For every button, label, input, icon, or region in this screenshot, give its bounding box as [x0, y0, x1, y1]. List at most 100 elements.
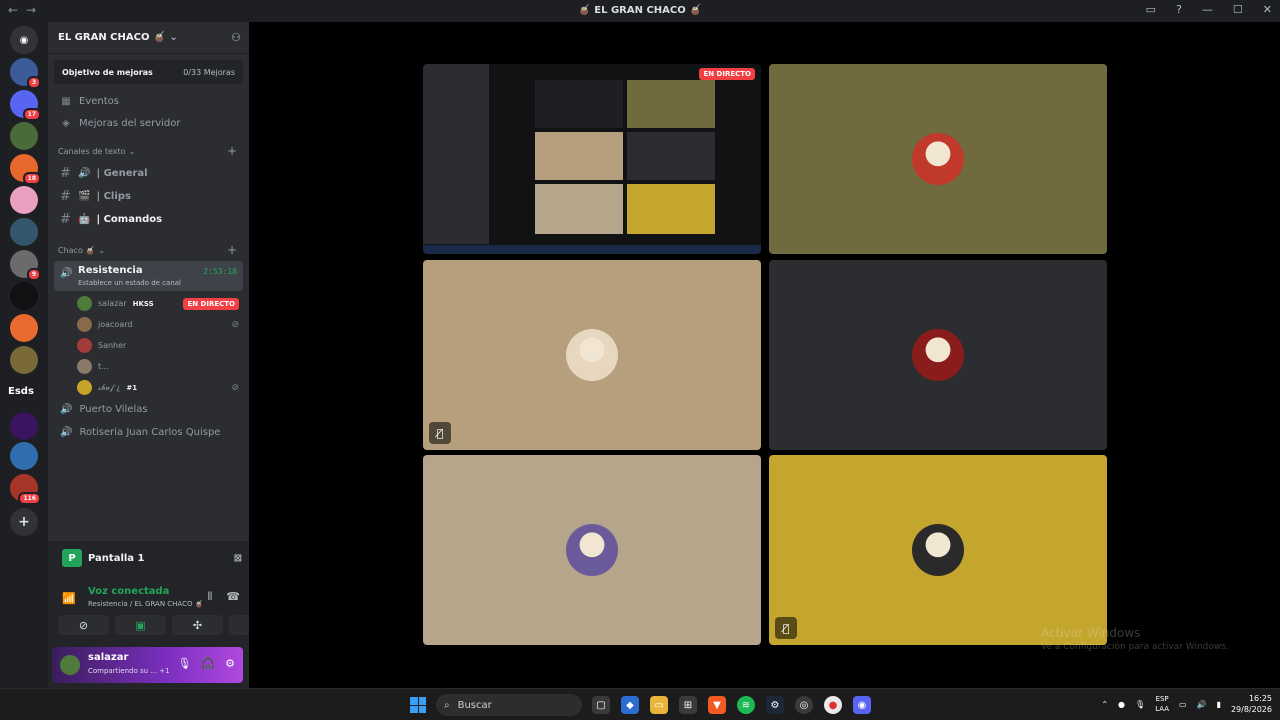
- add-member-icon[interactable]: ⚇: [231, 31, 241, 44]
- add-channel-icon[interactable]: +: [227, 144, 237, 158]
- voice-channel-rotiseria[interactable]: 🔊 Rotiseria Juan Carlos Quispe: [48, 421, 249, 444]
- stop-share-icon[interactable]: ⊠: [234, 553, 242, 564]
- server-icon[interactable]: 3: [10, 58, 41, 89]
- menu-events[interactable]: ▦ Eventos: [48, 90, 249, 112]
- voice-channel-status[interactable]: Establece un estado de canal: [78, 279, 181, 287]
- voice-member[interactable]: salazar HKSS EN DIRECTO: [48, 293, 249, 314]
- menu-boosts[interactable]: ◈ Mejoras del servidor: [48, 112, 249, 134]
- close-button[interactable]: ✕: [1263, 3, 1272, 16]
- voice-actions: ⦀ ☎: [207, 590, 240, 604]
- live-badge[interactable]: EN DIRECTO: [183, 297, 239, 310]
- add-server-icon[interactable]: +: [10, 508, 38, 536]
- network-icon[interactable]: ▭: [1179, 700, 1187, 709]
- stream-preview-tile: [535, 184, 623, 234]
- channel-clips[interactable]: # 🎬 | Clips: [48, 185, 249, 208]
- task-view-icon[interactable]: ▢: [592, 696, 610, 714]
- server-icon[interactable]: 17: [10, 90, 41, 121]
- microphone-icon[interactable]: 🎙: [177, 657, 191, 670]
- help-icon[interactable]: ?: [1176, 3, 1182, 16]
- voice-channel-label: Rotiseria Juan Carlos Quispe: [79, 427, 221, 438]
- server-icon[interactable]: [10, 314, 38, 342]
- category-text[interactable]: Canales de texto ⌄ +: [48, 140, 249, 162]
- server-icon[interactable]: [10, 412, 38, 440]
- volume-icon[interactable]: 🔊: [1197, 700, 1207, 709]
- discord-home-icon[interactable]: ◉: [10, 26, 38, 54]
- server-icon[interactable]: [10, 122, 38, 150]
- channel-comandos[interactable]: # 🤖 | Comandos: [48, 208, 249, 231]
- disconnect-icon[interactable]: ☎: [226, 590, 240, 604]
- avatar: [912, 524, 964, 576]
- steam-icon[interactable]: ⚙: [766, 696, 784, 714]
- server-header[interactable]: EL GRAN CHACO 🧉 ⌄ ⚇: [48, 22, 249, 54]
- server-folder-label[interactable]: Esds: [8, 386, 34, 397]
- member-tag: #1: [126, 383, 138, 392]
- inbox-icon[interactable]: ▭: [1146, 3, 1156, 16]
- camera-off-button[interactable]: ⊘: [58, 615, 109, 635]
- chrome-icon[interactable]: ●: [824, 696, 842, 714]
- server-icon[interactable]: 116: [10, 474, 41, 505]
- avatar: [912, 329, 964, 381]
- store-icon[interactable]: ⊞: [679, 696, 697, 714]
- search-label: Buscar: [457, 699, 492, 711]
- server-icon[interactable]: [10, 186, 38, 214]
- language-indicator[interactable]: ESP LAA: [1155, 694, 1169, 714]
- brave-icon[interactable]: ▼: [708, 696, 726, 714]
- screen-share-button[interactable]: ▣: [115, 615, 166, 635]
- channel-comandos-label: | Comandos: [96, 214, 163, 225]
- voice-member[interactable]: joacoard ⊘: [48, 314, 249, 335]
- participant-tile[interactable]: 🎙̸: [769, 455, 1107, 645]
- mic-muted-icon: 🎙̸: [429, 422, 451, 444]
- participant-tile[interactable]: [769, 64, 1107, 254]
- server-icon[interactable]: [10, 346, 38, 374]
- server-icon[interactable]: [10, 442, 38, 470]
- voice-channel-timer: 2:53:18: [203, 267, 237, 276]
- windows-start-icon[interactable]: [410, 697, 426, 713]
- taskbar-apps: ▢ ◆ ▭ ⊞ ▼ ≋ ⚙ ◎ ● ◉: [592, 696, 871, 714]
- spotify-icon[interactable]: ≋: [737, 696, 755, 714]
- soundboard-icon[interactable]: ⦀: [207, 590, 212, 604]
- copilot-icon[interactable]: ◆: [621, 696, 639, 714]
- tray-app-icon[interactable]: ●: [1118, 700, 1125, 709]
- activation-watermark: Activar Windows Ve a Configuración para …: [1041, 626, 1229, 652]
- server-icon[interactable]: 9: [10, 250, 41, 281]
- taskbar-search[interactable]: ⌕ Buscar: [436, 694, 582, 716]
- add-channel-icon[interactable]: +: [227, 243, 237, 257]
- minimize-button[interactable]: —: [1202, 3, 1213, 16]
- file-explorer-icon[interactable]: ▭: [650, 696, 668, 714]
- notification-badge: 9: [26, 268, 41, 281]
- participant-tile[interactable]: [769, 260, 1107, 450]
- battery-icon[interactable]: ▮: [1217, 700, 1221, 709]
- avatar: [566, 524, 618, 576]
- discord-icon[interactable]: ◉: [853, 696, 871, 714]
- robot-icon: 🤖: [78, 214, 91, 225]
- voice-member[interactable]: t...: [48, 356, 249, 377]
- signal-icon[interactable]: 📶: [62, 592, 76, 605]
- window-controls: ▭ ? — ☐ ✕: [1146, 3, 1272, 16]
- gear-icon[interactable]: ⚙: [225, 657, 235, 670]
- voice-member[interactable]: 𝓈𝒽𝓊𝒻 ¿ #1 ⊘: [48, 377, 249, 398]
- server-name: EL GRAN CHACO 🧉: [58, 32, 166, 43]
- app-icon[interactable]: ◎: [795, 696, 813, 714]
- boost-goal[interactable]: Objetivo de mejoras 0/33 Mejoras: [54, 60, 243, 84]
- server-rail: ◉ 3 17 18 9 116 Esds +: [0, 22, 48, 688]
- server-icon[interactable]: [10, 218, 38, 246]
- server-icon[interactable]: 18: [10, 154, 41, 185]
- voice-channel-resistencia[interactable]: 🔊 Resistencia Establece un estado de can…: [54, 261, 243, 291]
- voice-member[interactable]: Sanher: [48, 335, 249, 356]
- notification-badge: 116: [18, 492, 41, 505]
- voice-connected-sub[interactable]: Resistencia / EL GRAN CHACO 🧉: [88, 600, 203, 608]
- participant-tile[interactable]: [423, 455, 761, 645]
- category-voice[interactable]: Chaco 🧉 ⌄ +: [48, 239, 249, 261]
- server-icon[interactable]: [10, 282, 38, 310]
- maximize-button[interactable]: ☐: [1233, 3, 1243, 16]
- voice-channel-puerto-vilelas[interactable]: 🔊 Puerto Vilelas: [48, 398, 249, 421]
- chevron-up-icon[interactable]: ⌃: [1101, 700, 1108, 709]
- channel-general[interactable]: # 🔊 | General: [48, 162, 249, 185]
- microphone-icon[interactable]: 🎙: [1135, 700, 1145, 709]
- stream-tile[interactable]: EN DIRECTO: [423, 64, 761, 254]
- avatar[interactable]: [60, 655, 80, 675]
- participant-tile[interactable]: 🎙̸: [423, 260, 761, 450]
- activities-button[interactable]: ✣: [172, 615, 223, 635]
- headphones-icon[interactable]: 🎧: [201, 657, 215, 670]
- clock[interactable]: 16:25 29/8/2026: [1231, 693, 1272, 715]
